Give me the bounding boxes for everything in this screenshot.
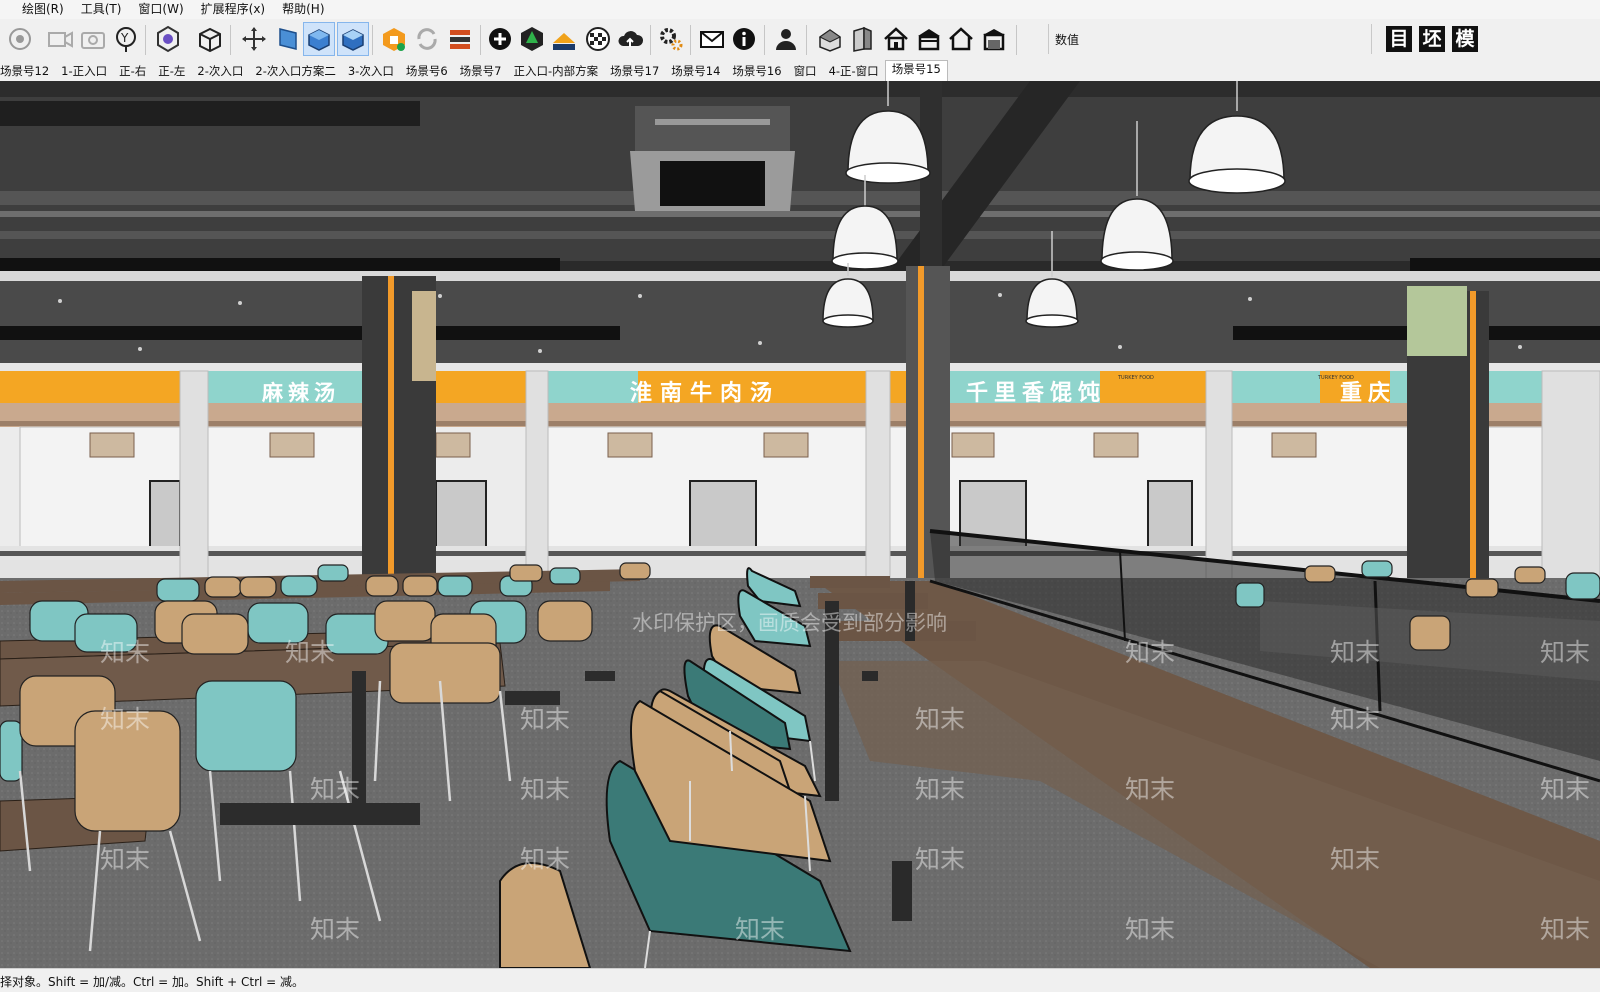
- watermark-text: 知末: [285, 639, 335, 667]
- watermark-text: 知末: [735, 916, 785, 944]
- scene-tab-active[interactable]: 场景号15: [884, 60, 948, 81]
- layer-icon[interactable]: [548, 22, 580, 56]
- scene-tab[interactable]: 正-右: [113, 63, 152, 81]
- scene-tab[interactable]: 场景号6: [400, 63, 454, 81]
- scene-tab[interactable]: 场景号16: [726, 63, 787, 81]
- tree-icon[interactable]: [516, 22, 548, 56]
- record-icon[interactable]: [4, 22, 36, 56]
- mail-icon[interactable]: [696, 22, 728, 56]
- watermark-text: 知末: [100, 706, 150, 734]
- cloud-icon[interactable]: [614, 22, 646, 56]
- settings-icon[interactable]: [655, 22, 687, 56]
- ceiling-ac-unit: [630, 106, 795, 211]
- scene-tab[interactable]: 窗口: [788, 63, 823, 81]
- sign-chongqing: 重庆: [1340, 380, 1396, 406]
- garage-icon[interactable]: [978, 22, 1010, 56]
- position-camera-icon[interactable]: Y: [110, 22, 142, 56]
- svg-text:Y: Y: [120, 31, 129, 45]
- value-label: 数值: [1055, 33, 1080, 47]
- scene-tab[interactable]: 3-次入口: [342, 63, 400, 81]
- component-icon[interactable]: [152, 22, 184, 56]
- photo-camera-icon[interactable]: [77, 22, 109, 56]
- wall-icon[interactable]: [846, 22, 878, 56]
- watermark-text: 知末: [1540, 916, 1590, 944]
- scene-tab[interactable]: 场景号7: [454, 63, 508, 81]
- info-icon[interactable]: [728, 22, 760, 56]
- menu-window[interactable]: 窗口(W): [130, 0, 192, 19]
- sign-qianlixiang-wonton: 千里香馄饨: [966, 380, 1106, 406]
- menu-help[interactable]: 帮助(H): [274, 0, 333, 19]
- watermark-text: 知末: [915, 706, 965, 734]
- home-icon[interactable]: [880, 22, 912, 56]
- user-icon[interactable]: [770, 22, 802, 56]
- plugin-button-2[interactable]: 坯: [1419, 26, 1445, 52]
- watermark-text: 知末: [1125, 776, 1175, 804]
- checker-icon[interactable]: [582, 22, 614, 56]
- watermark-text: 知末: [915, 846, 965, 874]
- watermark-text: 知末: [915, 776, 965, 804]
- import-export-icon[interactable]: [444, 22, 476, 56]
- sign-malatang: 麻辣汤: [261, 380, 340, 405]
- menu-bar: 绘图(R) 工具(T) 窗口(W) 扩展程序(x) 帮助(H): [0, 0, 1600, 19]
- watermark-text: 知末: [310, 916, 360, 944]
- watermark-text: 知末: [1540, 776, 1590, 804]
- sign-small-label: TURKEY FOOD: [1117, 375, 1154, 381]
- status-text: 择对象。Shift = 加/减。Ctrl = 加。Shift + Ctrl = …: [0, 975, 305, 989]
- scene-tab[interactable]: 2-次入口方案二: [249, 63, 341, 81]
- scene-tab[interactable]: 4-正-窗口: [823, 63, 885, 81]
- watermark-text: 知末: [1330, 846, 1380, 874]
- plugin-button-1[interactable]: 目: [1386, 26, 1412, 52]
- section-fill-icon[interactable]: [303, 22, 335, 56]
- watermark-text: 知末: [520, 776, 570, 804]
- scene-tab[interactable]: 场景号14: [665, 63, 726, 81]
- section-icon[interactable]: [272, 22, 304, 56]
- scene-tab[interactable]: 场景号12: [0, 63, 55, 81]
- menu-tools[interactable]: 工具(T): [73, 0, 131, 19]
- watermark-text: 知末: [520, 846, 570, 874]
- watermark-text: 知末: [520, 706, 570, 734]
- ceiling: [0, 81, 1600, 381]
- watermark-text: 知末: [1540, 639, 1590, 667]
- scene-tab[interactable]: 1-正入口: [55, 63, 113, 81]
- watermark-notice: 水印保护区，画质会受到部分影响: [632, 612, 947, 635]
- menu-extensions[interactable]: 扩展程序(x): [193, 0, 274, 19]
- scene-tab[interactable]: 2-次入口: [191, 63, 249, 81]
- scene-tab[interactable]: 正入口-内部方案: [507, 63, 604, 81]
- watermark-text: 知末: [1330, 706, 1380, 734]
- watermark-text: 知末: [1125, 916, 1175, 944]
- sign-huainan-beef-soup: 淮南牛肉汤: [630, 380, 780, 406]
- add-icon[interactable]: [484, 22, 516, 56]
- section-display-icon[interactable]: [337, 22, 369, 56]
- house-icon[interactable]: [814, 22, 846, 56]
- move-icon[interactable]: [238, 22, 270, 56]
- watermark-text: 知末: [100, 639, 150, 667]
- camera-icon[interactable]: [44, 22, 76, 56]
- watermark-text: 知末: [100, 846, 150, 874]
- scene-tab[interactable]: 正-左: [152, 63, 191, 81]
- watermark-text: 知末: [1125, 639, 1175, 667]
- plugin-button-3[interactable]: 模: [1452, 26, 1478, 52]
- roof-icon[interactable]: [913, 22, 945, 56]
- menu-draw[interactable]: 绘图(R): [0, 0, 73, 19]
- refresh-icon[interactable]: [411, 22, 443, 56]
- scene-tab[interactable]: 场景号17: [604, 63, 665, 81]
- 3d-viewport[interactable]: 麻辣汤 淮南牛肉汤 千里香馄饨 重庆 TURKEY FOOD TURKEY FO…: [0, 81, 1600, 968]
- home-outline-icon[interactable]: [945, 22, 977, 56]
- status-bar: 择对象。Shift = 加/减。Ctrl = 加。Shift + Ctrl = …: [0, 968, 1600, 992]
- scene-tabs: 场景号12 1-正入口 正-右 正-左 2-次入口 2-次入口方案二 3-次入口…: [0, 60, 1600, 81]
- sign-small-label: TURKEY FOOD: [1317, 375, 1354, 381]
- box-icon[interactable]: [194, 22, 226, 56]
- sketchup-icon[interactable]: [378, 22, 410, 56]
- watermark-text: 知末: [1330, 639, 1380, 667]
- value-input-box[interactable]: [1048, 24, 1372, 54]
- watermark-text: 知末: [310, 776, 360, 804]
